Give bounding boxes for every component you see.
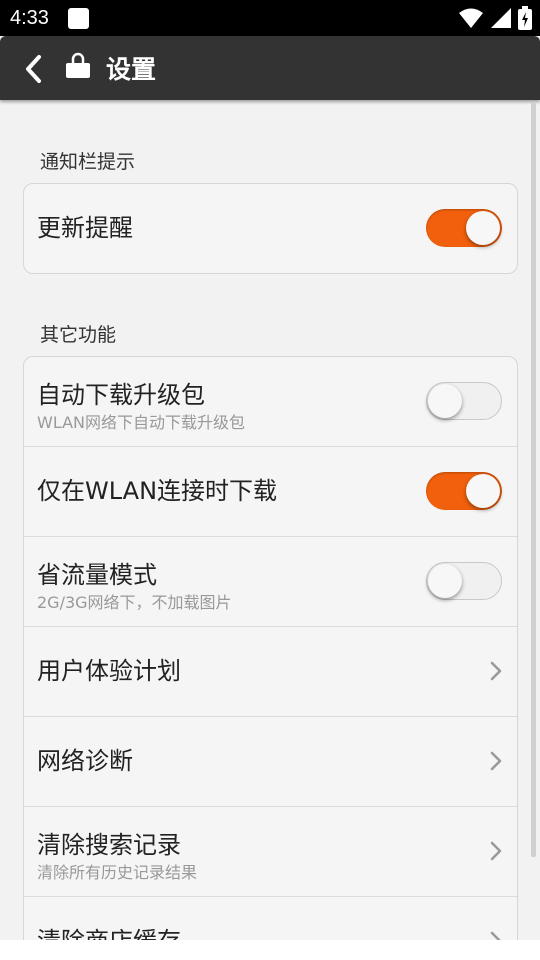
back-arrow-icon[interactable]	[18, 52, 52, 86]
update-reminder-toggle[interactable]	[426, 209, 502, 247]
setting-title: 自动下载升级包	[37, 381, 205, 409]
status-bar: 4:33	[0, 0, 540, 36]
scrollbar[interactable]	[531, 102, 536, 857]
store-bag-icon	[66, 52, 90, 78]
setting-subtitle: 2G/3G网络下，不加载图片	[37, 593, 232, 612]
setting-title: 清除商店缓存	[37, 897, 181, 940]
wifi-icon	[459, 8, 483, 28]
settings-list[interactable]: 通知栏提示 更新提醒 其它功能 自动下载升级包 WLAN网络下自动下载升级包 仅…	[0, 100, 540, 940]
status-icons	[458, 6, 532, 30]
toggle-knob	[428, 384, 462, 418]
status-time: 4:33	[10, 7, 49, 29]
setting-clear-cache[interactable]: 清除商店缓存	[24, 897, 517, 940]
other-features-card: 自动下载升级包 WLAN网络下自动下载升级包 仅在WLAN连接时下载 省流量模式…	[23, 356, 518, 940]
setting-auto-download[interactable]: 自动下载升级包 WLAN网络下自动下载升级包	[24, 357, 517, 447]
setting-clear-search[interactable]: 清除搜索记录 清除所有历史记录结果	[24, 807, 517, 897]
action-bar: 设置	[0, 36, 540, 100]
setting-title: 仅在WLAN连接时下载	[37, 477, 278, 505]
auto-download-toggle[interactable]	[426, 382, 502, 420]
setting-user-experience[interactable]: 用户体验计划	[24, 627, 517, 717]
notification-card: 更新提醒	[23, 183, 518, 274]
setting-title: 用户体验计划	[37, 657, 181, 685]
setting-title: 省流量模式	[37, 561, 157, 589]
bottom-strip	[0, 940, 540, 960]
signal-icon	[491, 8, 511, 28]
chevron-right-icon	[490, 841, 502, 861]
setting-network-diagnosis[interactable]: 网络诊断	[24, 717, 517, 807]
wlan-only-toggle[interactable]	[426, 472, 502, 510]
toggle-knob	[466, 211, 500, 245]
setting-title: 更新提醒	[37, 214, 133, 242]
setting-wlan-only[interactable]: 仅在WLAN连接时下载	[24, 447, 517, 537]
notification-icon	[68, 8, 89, 29]
chevron-right-icon	[490, 661, 502, 681]
battery-icon	[518, 6, 532, 30]
setting-data-saver[interactable]: 省流量模式 2G/3G网络下，不加载图片	[24, 537, 517, 627]
chevron-right-icon	[490, 751, 502, 771]
setting-subtitle: 清除所有历史记录结果	[37, 863, 198, 882]
setting-subtitle: WLAN网络下自动下载升级包	[37, 413, 246, 432]
toggle-knob	[466, 474, 500, 508]
chevron-right-icon	[490, 931, 501, 940]
setting-title: 清除搜索记录	[37, 831, 181, 859]
data-saver-toggle[interactable]	[426, 562, 502, 600]
toggle-knob	[428, 564, 462, 598]
page-title: 设置	[106, 55, 157, 84]
setting-title: 网络诊断	[37, 747, 133, 775]
setting-update-reminder[interactable]: 更新提醒	[24, 184, 517, 273]
section-label-notification: 通知栏提示	[40, 151, 136, 173]
section-label-other: 其它功能	[40, 324, 117, 346]
